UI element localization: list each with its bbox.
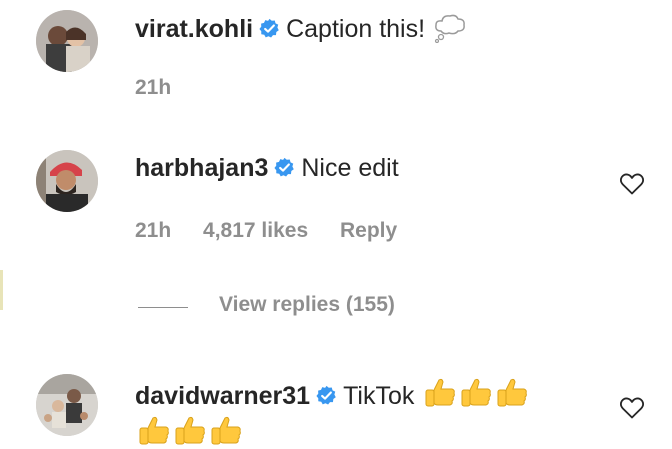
- comment-line: harbhajan3 Nice edit: [135, 153, 399, 183]
- avatar[interactable]: [36, 150, 98, 212]
- comment-time: 21h: [135, 219, 172, 242]
- username[interactable]: virat.kohli: [135, 15, 253, 43]
- view-replies-button[interactable]: View replies (155): [219, 293, 395, 317]
- thumbs-up-emoji: [139, 416, 169, 445]
- comment-meta: 21h: [135, 76, 197, 100]
- thumbs-up-emoji: [211, 416, 241, 445]
- username[interactable]: davidwarner31: [135, 382, 310, 410]
- reply-button[interactable]: Reply: [340, 219, 397, 242]
- heart-icon[interactable]: [619, 172, 645, 196]
- likes-count[interactable]: 4,817 likes: [203, 219, 308, 242]
- comment-text: Nice edit: [301, 154, 399, 182]
- verified-badge-icon: [259, 18, 279, 38]
- left-edge-strip: [0, 270, 3, 310]
- comment-time: 21h: [135, 76, 172, 99]
- comment-line: davidwarner31 TikTok: [135, 376, 529, 411]
- verified-badge-icon: [274, 157, 295, 177]
- thumbs-up-emoji: [461, 378, 492, 407]
- avatar[interactable]: [36, 374, 98, 436]
- verified-badge-icon: [316, 385, 336, 405]
- heart-icon[interactable]: [619, 396, 645, 420]
- thought-balloon-emoji: [434, 14, 465, 43]
- comment-line: virat.kohli Caption this!: [135, 13, 467, 44]
- thumbs-up-emoji: [497, 378, 528, 407]
- thumbs-up-emoji: [425, 378, 456, 407]
- thumbs-up-emoji: [175, 416, 205, 445]
- comment-text: TikTok: [343, 382, 415, 410]
- avatar[interactable]: [36, 10, 98, 72]
- comment-text: Caption this!: [286, 15, 426, 43]
- replies-divider: [138, 307, 188, 308]
- username[interactable]: harbhajan3: [135, 154, 268, 182]
- comment-line-continued: [135, 414, 243, 449]
- comment-meta: 21h 4,817 likes Reply: [135, 219, 423, 243]
